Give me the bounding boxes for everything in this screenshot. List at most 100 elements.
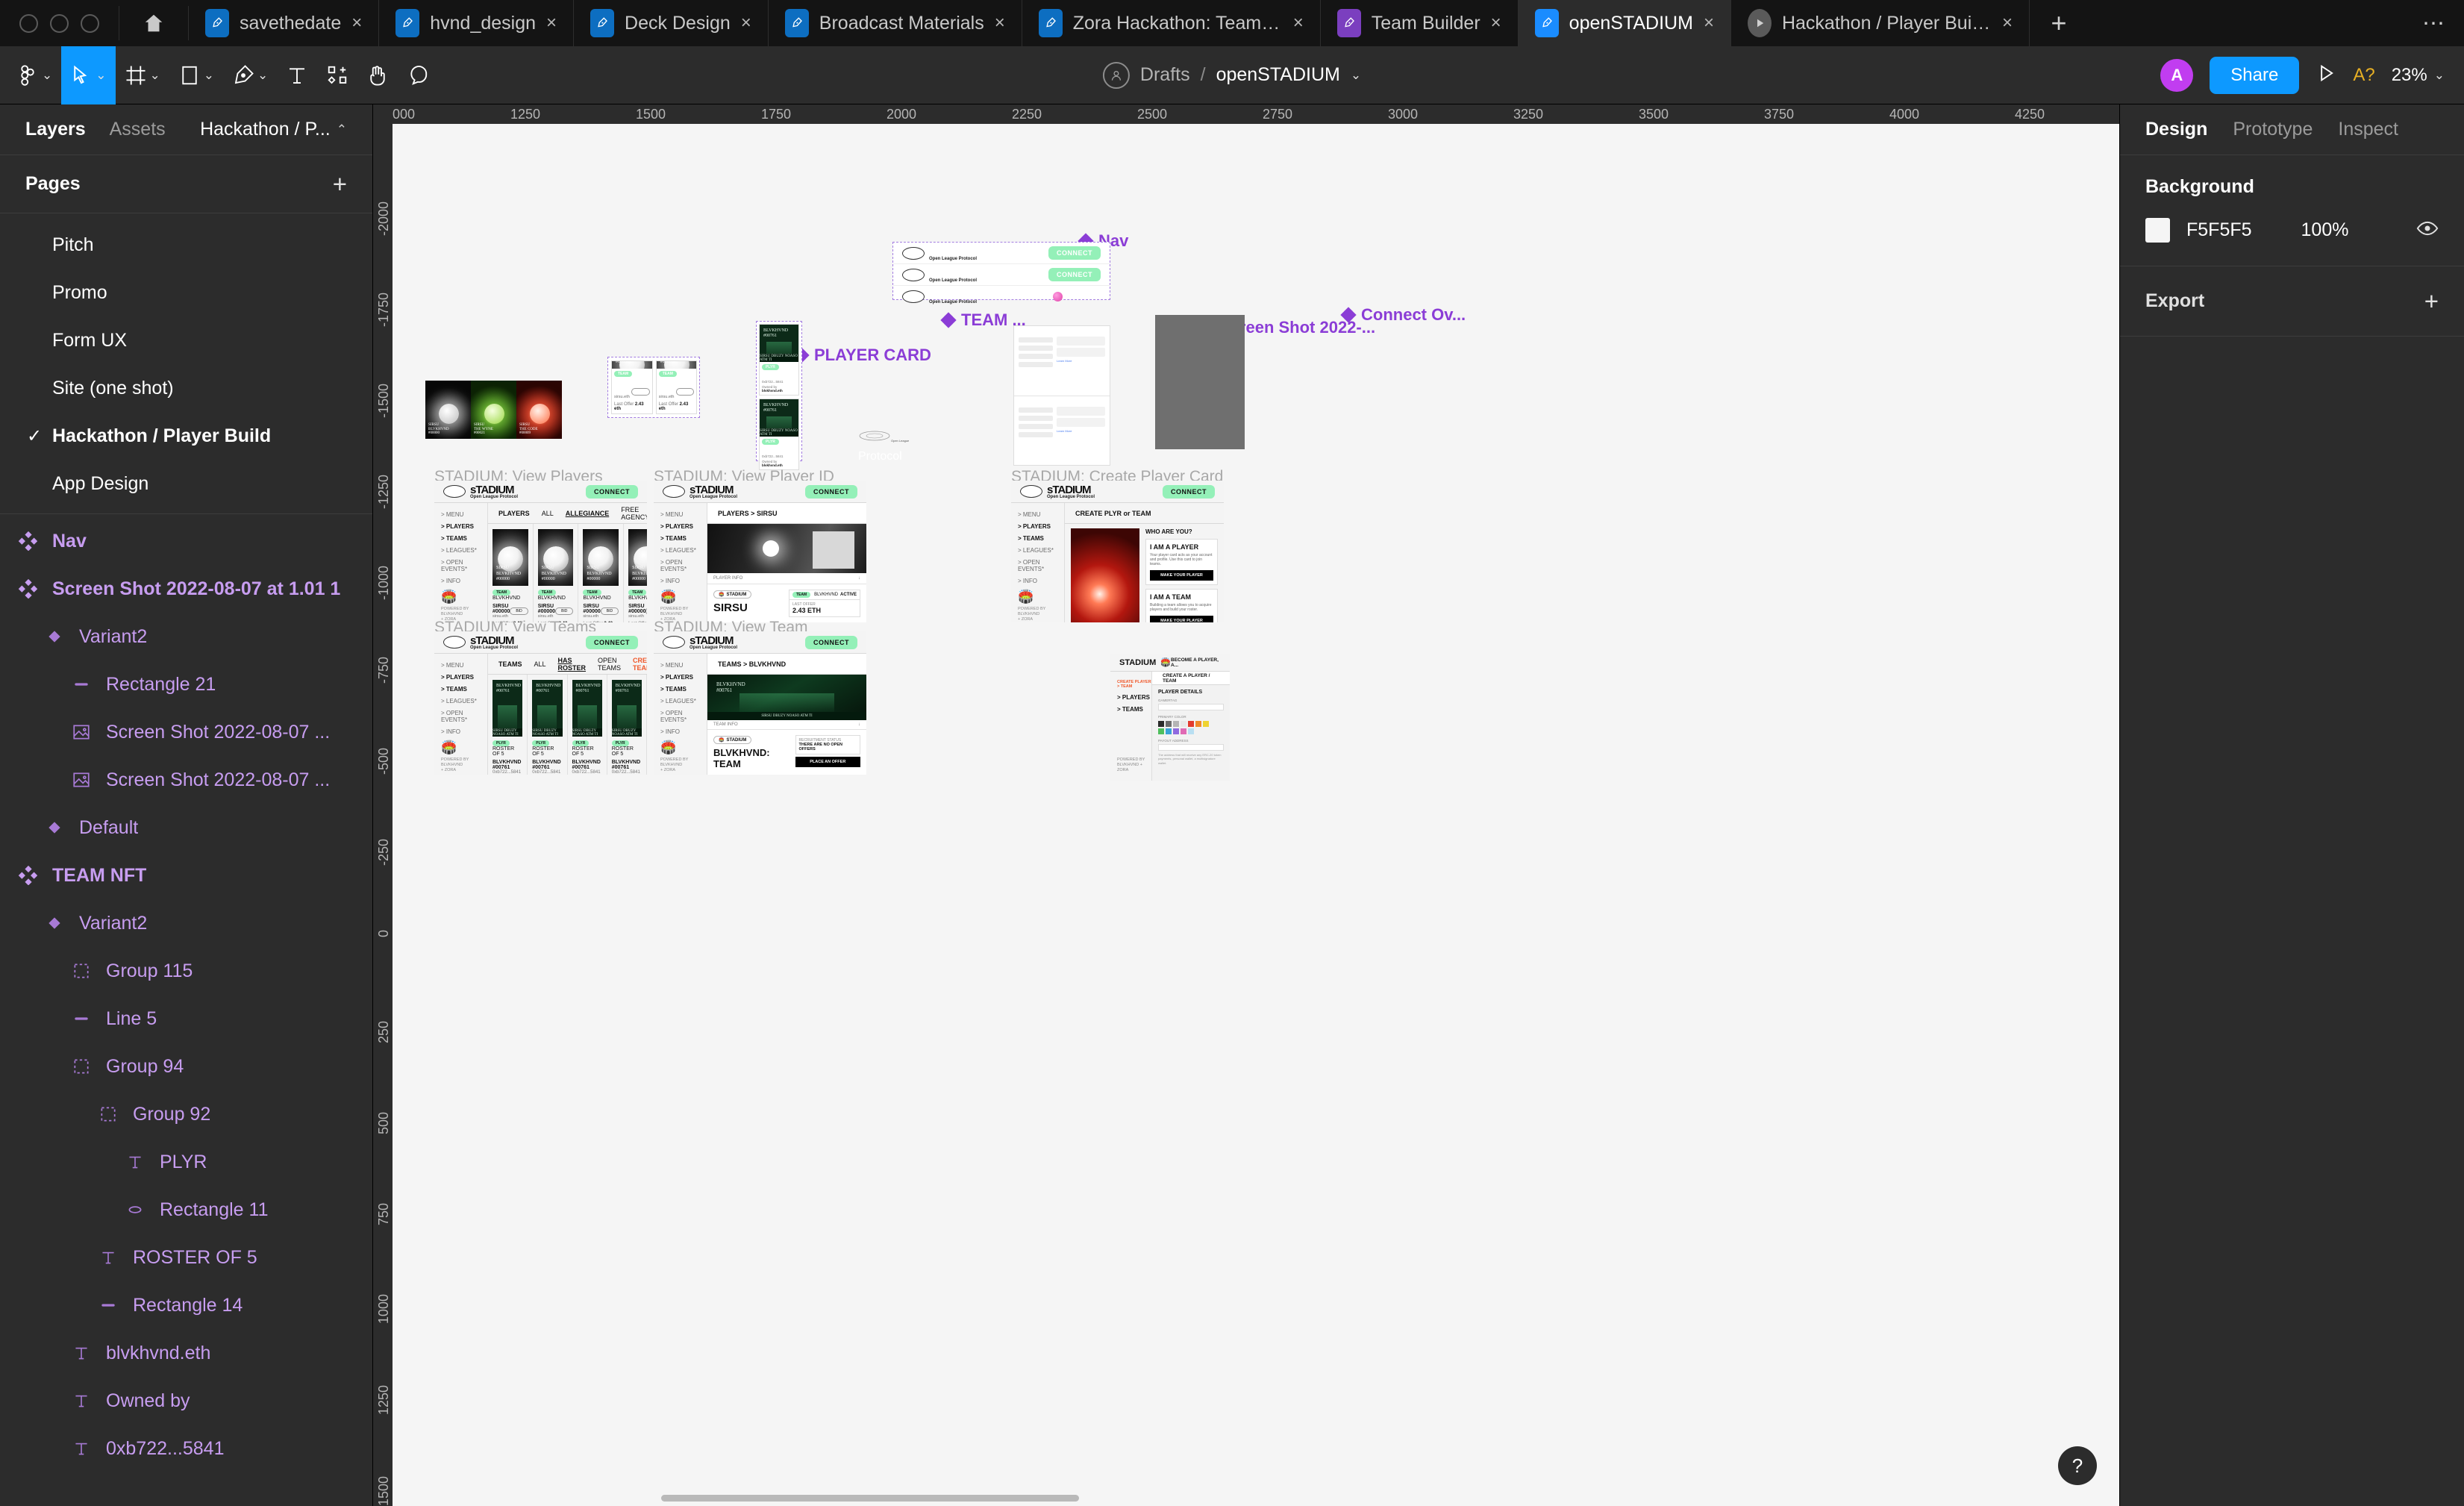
- sidebar-item[interactable]: > TEAMS: [660, 535, 707, 542]
- layer-item[interactable]: Rectangle 14: [0, 1281, 372, 1329]
- stadium-sketch-vector[interactable]: Open League Protocol: [858, 430, 910, 463]
- breadcrumb-project[interactable]: Drafts: [1140, 64, 1190, 86]
- layer-item[interactable]: Group 94: [0, 1043, 372, 1090]
- team-grid-cell[interactable]: BLVKHVND #00761 SIRSU DBUZY NOASO ATM TI PL…: [528, 675, 568, 775]
- player-card[interactable]: SIRSUBLVKHVND#00000 TEAMBLVKHVND SIRSU #…: [655, 360, 698, 414]
- close-tab-button[interactable]: ×: [546, 13, 557, 34]
- color-swatch-grid[interactable]: [1158, 721, 1212, 734]
- connect-button[interactable]: CONNECT: [586, 635, 638, 649]
- browser-tab-2[interactable]: hvnd_design ×: [379, 0, 575, 46]
- browser-tab-4[interactable]: Broadcast Materials ×: [769, 0, 1022, 46]
- sidebar-item[interactable]: > INFO: [441, 578, 487, 584]
- sidebar-item[interactable]: > LEAGUES*: [660, 547, 707, 554]
- connect-overlay-frame[interactable]: [1155, 315, 1245, 449]
- sidebar-item[interactable]: > INFO: [441, 728, 487, 735]
- layer-item[interactable]: Screen Shot 2022-08-07 at 1.01 1: [0, 565, 372, 613]
- tab-inspect[interactable]: Inspect: [2338, 119, 2398, 140]
- layer-item[interactable]: blvkhvnd.eth: [0, 1329, 372, 1377]
- download-icon[interactable]: ↓: [858, 722, 860, 727]
- browser-menu-button[interactable]: ⋯: [2404, 0, 2464, 46]
- bid-button[interactable]: BID: [510, 607, 528, 615]
- canvas[interactable]: Nav TEAM ... PLAYER CARD Screen Shot 2022-.…: [393, 124, 2119, 1506]
- color-swatch[interactable]: [1181, 728, 1186, 734]
- tool-hand[interactable]: [357, 46, 398, 104]
- color-swatch[interactable]: [1158, 721, 1164, 727]
- sidebar-item[interactable]: > PLAYERS: [660, 674, 707, 681]
- list-item[interactable]: [1019, 346, 1053, 351]
- layer-item[interactable]: Owned by: [0, 1377, 372, 1425]
- learn-more-link[interactable]: Learn More: [1057, 359, 1105, 363]
- browser-tab-6[interactable]: Team Builder ×: [1321, 0, 1519, 46]
- sidebar-item[interactable]: > LEAGUES*: [660, 698, 707, 704]
- tool-shape[interactable]: ⌄: [169, 46, 223, 104]
- sidebar-item[interactable]: > OPEN EVENTS*: [660, 559, 707, 572]
- nav-row[interactable]: sTADIUM Open League Protocol CONNECT: [893, 243, 1110, 264]
- list-item[interactable]: [1019, 362, 1053, 367]
- layer-item[interactable]: ROSTER OF 5: [0, 1234, 372, 1281]
- minimize-window-button[interactable]: [50, 13, 69, 33]
- bid-button[interactable]: BID: [645, 607, 647, 615]
- bid-button[interactable]: BID: [631, 388, 650, 396]
- tool-resources[interactable]: [317, 46, 357, 104]
- sidebar-item[interactable]: > INFO: [660, 728, 707, 735]
- bid-button[interactable]: BID: [676, 388, 695, 396]
- layer-item[interactable]: Rectangle 11: [0, 1186, 372, 1234]
- layer-item[interactable]: Group 115: [0, 947, 372, 995]
- list-item[interactable]: [1019, 354, 1053, 359]
- learn-more-link[interactable]: Learn More: [1057, 429, 1105, 433]
- team-card[interactable]: BLVKHVND #00761 SIRSU DBUZY NOASO ATM TI …: [759, 324, 799, 396]
- tab-free-agency[interactable]: FREE AGENCY: [621, 506, 647, 521]
- create-option-card[interactable]: I AM A PLAYER Your player card acts as yo…: [1145, 539, 1218, 585]
- browser-tab-5[interactable]: Zora Hackathon: Team Builder ×: [1022, 0, 1321, 46]
- list-item[interactable]: [1019, 337, 1053, 343]
- sidebar-item[interactable]: > PLAYERS: [1117, 694, 1151, 701]
- tab-all[interactable]: ALL: [534, 660, 546, 668]
- sidebar-item[interactable]: > MENU: [441, 511, 487, 518]
- player-grid-cell[interactable]: SIRSUBLVKHVND#00000 TEAMBLVKHVND SIRSU #00…: [624, 524, 647, 622]
- player-grid-cell[interactable]: SIRSUBLVKHVND#00000 TEAMBLVKHVND SIRSU #00…: [534, 524, 579, 622]
- canvas-horizontal-scrollbar[interactable]: [393, 1495, 2119, 1502]
- color-swatch[interactable]: [1158, 728, 1164, 734]
- component-label[interactable]: Connect Ov...: [1340, 305, 1466, 325]
- tab-prototype[interactable]: Prototype: [2233, 119, 2313, 140]
- sidebar-item[interactable]: > OPEN EVENTS*: [1018, 559, 1064, 572]
- account-avatar-icon[interactable]: [1102, 61, 1130, 89]
- frame-stadium-create-player-card[interactable]: sTADIUM Open League Protocol CONNECT > MENU…: [1011, 481, 1224, 622]
- layer-item[interactable]: 0xb722...5841: [0, 1425, 372, 1472]
- team-grid-cell[interactable]: BLVKHVND #00761 SIRSU DBUZY NOASO ATM TI PL…: [488, 675, 528, 775]
- sidebar-item[interactable]: > LEAGUES*: [441, 547, 487, 554]
- tab-allegiance[interactable]: ALLEGIANCE: [566, 510, 610, 517]
- page-item-site-one-shot[interactable]: Site (one shot): [0, 364, 372, 412]
- team-card[interactable]: BLVKHVND #00761 SIRSU DBUZY NOASO ATM TI …: [759, 399, 799, 470]
- sidebar-item[interactable]: > OPEN EVENTS*: [660, 710, 707, 723]
- list-item[interactable]: [1019, 431, 1053, 437]
- page-item-app-design[interactable]: App Design: [0, 460, 372, 507]
- visibility-toggle[interactable]: [2416, 217, 2439, 243]
- layer-item[interactable]: Screen Shot 2022-08-07 ...: [0, 756, 372, 804]
- sidebar-item[interactable]: > MENU: [660, 511, 707, 518]
- bid-button[interactable]: BID: [555, 607, 574, 615]
- color-swatch[interactable]: [1173, 728, 1179, 734]
- zoom-control[interactable]: 23% ⌄: [2392, 65, 2445, 86]
- layer-item[interactable]: Rectangle 21: [0, 660, 372, 708]
- sidebar-item[interactable]: > LEAGUES*: [1018, 547, 1064, 554]
- browser-tab-8[interactable]: Hackathon / Player Build - openSTA... ×: [1731, 0, 2030, 46]
- add-page-button[interactable]: +: [333, 172, 347, 196]
- place-an-offer-button[interactable]: PLACE AN OFFER: [795, 757, 860, 767]
- tab-players[interactable]: PLAYERS: [498, 510, 530, 517]
- close-window-button[interactable]: [19, 13, 38, 33]
- home-button[interactable]: [119, 0, 188, 46]
- nav-row[interactable]: sTADIUM Open League Protocol 0xEB...b42E: [893, 286, 1110, 307]
- close-tab-button[interactable]: ×: [2002, 13, 2013, 34]
- sidebar-item[interactable]: > PLAYERS: [441, 523, 487, 530]
- team-grid-cell[interactable]: BLVKHVND #00761 SIRSU DBUZY NOASO ATM TI PL…: [607, 675, 647, 775]
- sidebar-item[interactable]: > INFO: [1018, 578, 1064, 584]
- notification-badge[interactable]: A?: [2353, 65, 2374, 86]
- color-swatch[interactable]: [2145, 218, 2170, 243]
- player-art-trio[interactable]: SIRSU BLVKHVND #00000 SIRSU THE WYNE #00021 …: [425, 381, 562, 439]
- download-icon[interactable]: ↓: [858, 576, 860, 581]
- bid-button[interactable]: BID: [600, 607, 619, 615]
- breadcrumb-file[interactable]: openSTADIUM: [1216, 64, 1340, 86]
- close-tab-button[interactable]: ×: [741, 13, 751, 34]
- nav-row[interactable]: sTADIUM Open League Protocol CONNECT: [893, 264, 1110, 286]
